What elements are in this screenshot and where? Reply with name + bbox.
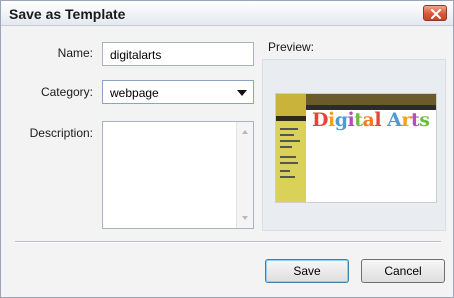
thumbnail-logo-block (276, 94, 306, 116)
scroll-down-icon[interactable] (242, 216, 248, 220)
name-label: Name: (57, 46, 93, 60)
category-selected-value: webpage (110, 86, 159, 100)
cancel-button[interactable]: Cancel (361, 259, 445, 283)
description-scrollbar[interactable] (236, 122, 253, 228)
description-field[interactable] (102, 121, 254, 229)
template-thumbnail: Digital Arts (275, 93, 437, 203)
button-separator (15, 241, 441, 243)
category-label: Category: (40, 85, 93, 99)
scroll-up-icon[interactable] (242, 130, 248, 134)
category-select[interactable]: webpage (102, 80, 254, 104)
title-bar: Save as Template (1, 1, 453, 26)
save-as-template-dialog: Save as Template Name: digitalarts Categ… (0, 0, 454, 298)
save-button[interactable]: Save (265, 259, 349, 283)
close-icon (431, 9, 441, 19)
chevron-down-icon (237, 90, 247, 96)
preview-label: Preview: (268, 40, 315, 54)
preview-panel: Digital Arts (262, 59, 446, 231)
thumbnail-sidebar-header (276, 116, 306, 121)
dialog-title: Save as Template (9, 6, 126, 22)
description-label: Description: (29, 126, 93, 140)
close-button[interactable] (423, 5, 447, 21)
thumbnail-title: Digital Arts (312, 109, 430, 131)
name-field[interactable]: digitalarts (102, 42, 254, 66)
